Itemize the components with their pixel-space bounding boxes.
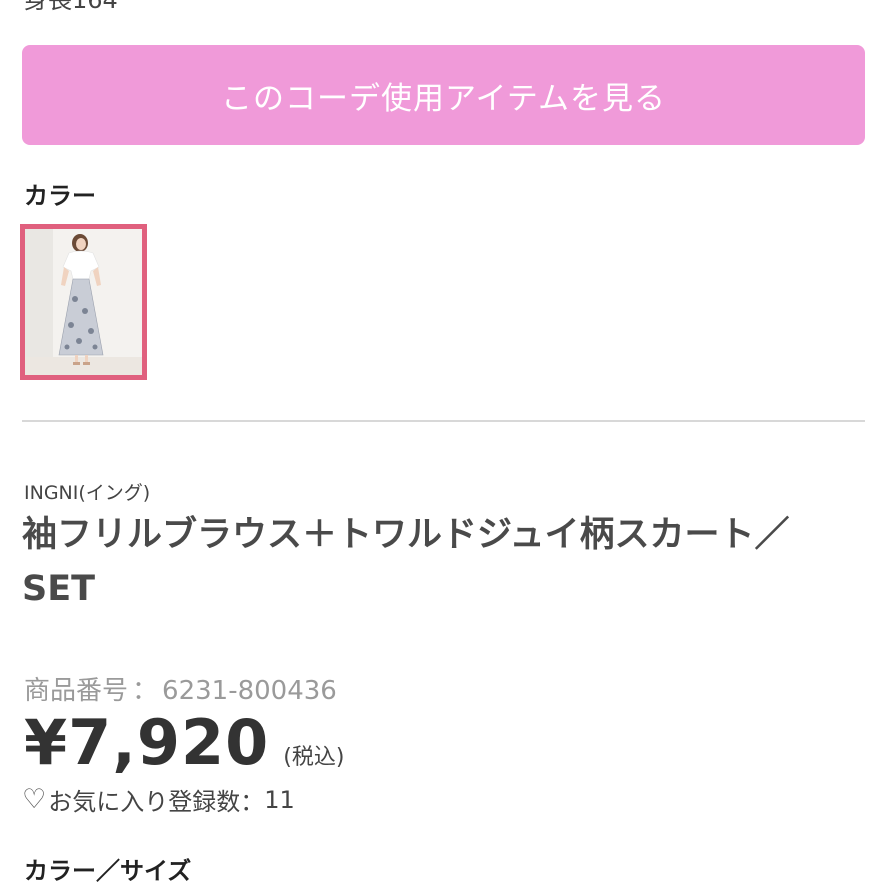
price-row: ¥7,920 (税込) <box>24 706 344 779</box>
favorites-label: お気に入り登録数 <box>48 788 241 816</box>
color-section-label: カラー <box>24 182 96 210</box>
product-title-line-2: SET <box>22 569 95 609</box>
model-photo-image <box>25 229 142 375</box>
brand-name[interactable]: INGNI(イング) <box>24 478 150 505</box>
model-height-text: 身長164 <box>24 0 118 14</box>
price: ¥7,920 <box>24 706 270 779</box>
view-coordinate-items-button[interactable]: このコーデ使用アイテムを見る <box>22 45 865 145</box>
product-page: 身長164 このコーデ使用アイテムを見る カラー INGNI(イング) 袖フリル… <box>0 0 888 888</box>
favorites-count-value: 11 <box>264 785 295 814</box>
favorites-count: ♡ お気に入り登録数 ： 11 <box>22 782 295 817</box>
favorites-separator: ： <box>240 788 265 816</box>
product-code-value: 6231-800436 <box>162 676 337 706</box>
product-title: 袖フリルブラウス＋トワルドジュイ柄スカート／ SET <box>22 508 822 616</box>
section-divider <box>22 420 865 422</box>
product-code-separator: ： <box>132 676 159 706</box>
heart-outline-icon[interactable]: ♡ <box>22 784 46 815</box>
product-code-label: 商品番号 <box>24 676 129 706</box>
color-swatch-thumbnail[interactable] <box>20 224 147 380</box>
product-title-line-1: 袖フリルブラウス＋トワルドジュイ柄スカート／ <box>22 515 790 555</box>
tax-note: (税込) <box>283 745 345 770</box>
color-size-section-label: カラー／サイズ <box>24 857 192 885</box>
product-code: 商品番号： 6231-800436 <box>24 670 337 707</box>
